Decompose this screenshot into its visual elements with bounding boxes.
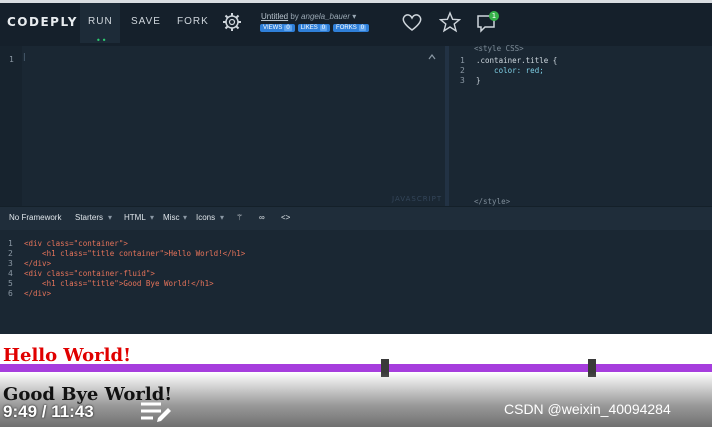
editor-toolbar bbox=[0, 206, 712, 231]
starters-menu[interactable]: Starters bbox=[75, 213, 103, 222]
chevron-down-icon[interactable]: ▾ bbox=[183, 213, 187, 222]
chevron-up-icon[interactable] bbox=[428, 54, 436, 60]
save-button[interactable]: SAVE bbox=[131, 16, 161, 27]
css-footer: </style> bbox=[474, 197, 511, 206]
javascript-gutter bbox=[0, 46, 22, 206]
html-line: </div> bbox=[24, 289, 52, 298]
project-by: by bbox=[290, 12, 299, 21]
css-line: .container.title { bbox=[476, 56, 558, 65]
chevron-down-icon[interactable]: ▾ bbox=[108, 213, 112, 222]
css-line: color: red; bbox=[476, 66, 544, 75]
project-title[interactable]: Untitled by angela_bauer ▾ bbox=[261, 12, 356, 21]
html-line: <div class="container"> bbox=[24, 239, 128, 248]
preview-heading-hello: Hello World! bbox=[3, 345, 131, 366]
javascript-label: JAVASCRIPT bbox=[392, 195, 443, 203]
cursor: | bbox=[22, 52, 27, 61]
forks-badge: FORKS 0 bbox=[333, 24, 370, 32]
html-line-number: 1 bbox=[8, 239, 13, 248]
framework-selector[interactable]: No Framework bbox=[9, 213, 61, 222]
css-line-number: 1 bbox=[460, 56, 465, 65]
chevron-down-icon[interactable]: ▾ bbox=[220, 213, 224, 222]
css-line-number: 2 bbox=[460, 66, 465, 75]
project-author[interactable]: angela_bauer bbox=[301, 12, 350, 21]
stats-badges: VIEWS 0 LIKES 0 FORKS 0 bbox=[260, 24, 370, 32]
chapters-icon[interactable] bbox=[139, 400, 173, 424]
magic-wand-icon[interactable]: ⚚ bbox=[236, 213, 243, 222]
html-line: <div class="container-fluid"> bbox=[24, 269, 155, 278]
icons-menu[interactable]: Icons bbox=[196, 213, 215, 222]
html-line-number: 2 bbox=[8, 249, 13, 258]
video-progress-bar[interactable] bbox=[0, 364, 712, 372]
infinity-button[interactable]: ∞ bbox=[259, 213, 265, 222]
fork-button[interactable]: FORK bbox=[177, 16, 209, 27]
chevron-down-icon[interactable]: ▾ bbox=[352, 12, 356, 21]
html-line: <h1 class="title container">Hello World!… bbox=[24, 249, 246, 258]
code-format-button[interactable]: <> bbox=[281, 213, 290, 222]
app-logo[interactable]: CODEPLY bbox=[7, 15, 78, 29]
html-menu[interactable]: HTML bbox=[124, 213, 146, 222]
javascript-editor[interactable] bbox=[0, 46, 445, 206]
run-indicator: •• bbox=[96, 36, 108, 45]
watermark: CSDN @weixin_40094284 bbox=[504, 401, 671, 417]
video-time: 9:49 / 11:43 bbox=[3, 402, 94, 421]
chevron-down-icon[interactable]: ▾ bbox=[150, 213, 154, 222]
misc-menu[interactable]: Misc bbox=[163, 213, 179, 222]
project-name[interactable]: Untitled bbox=[261, 12, 288, 21]
css-line: } bbox=[476, 76, 481, 85]
css-line-number: 3 bbox=[460, 76, 465, 85]
gear-icon[interactable] bbox=[222, 12, 242, 32]
html-line: <h1 class="title">Good Bye World!</h1> bbox=[24, 279, 214, 288]
html-line-number: 3 bbox=[8, 259, 13, 268]
views-badge: VIEWS 0 bbox=[260, 24, 295, 32]
heart-icon[interactable] bbox=[400, 11, 424, 33]
html-line-number: 6 bbox=[8, 289, 13, 298]
html-line-number: 5 bbox=[8, 279, 13, 288]
css-header: <style CSS> bbox=[474, 44, 524, 53]
html-line-number: 4 bbox=[8, 269, 13, 278]
html-line: </div> bbox=[24, 259, 52, 268]
js-line-number: 1 bbox=[9, 55, 14, 64]
star-icon[interactable] bbox=[439, 11, 461, 33]
likes-badge: LIKES 0 bbox=[297, 24, 331, 32]
notification-badge: 1 bbox=[489, 11, 499, 21]
run-button[interactable]: RUN bbox=[88, 16, 113, 27]
